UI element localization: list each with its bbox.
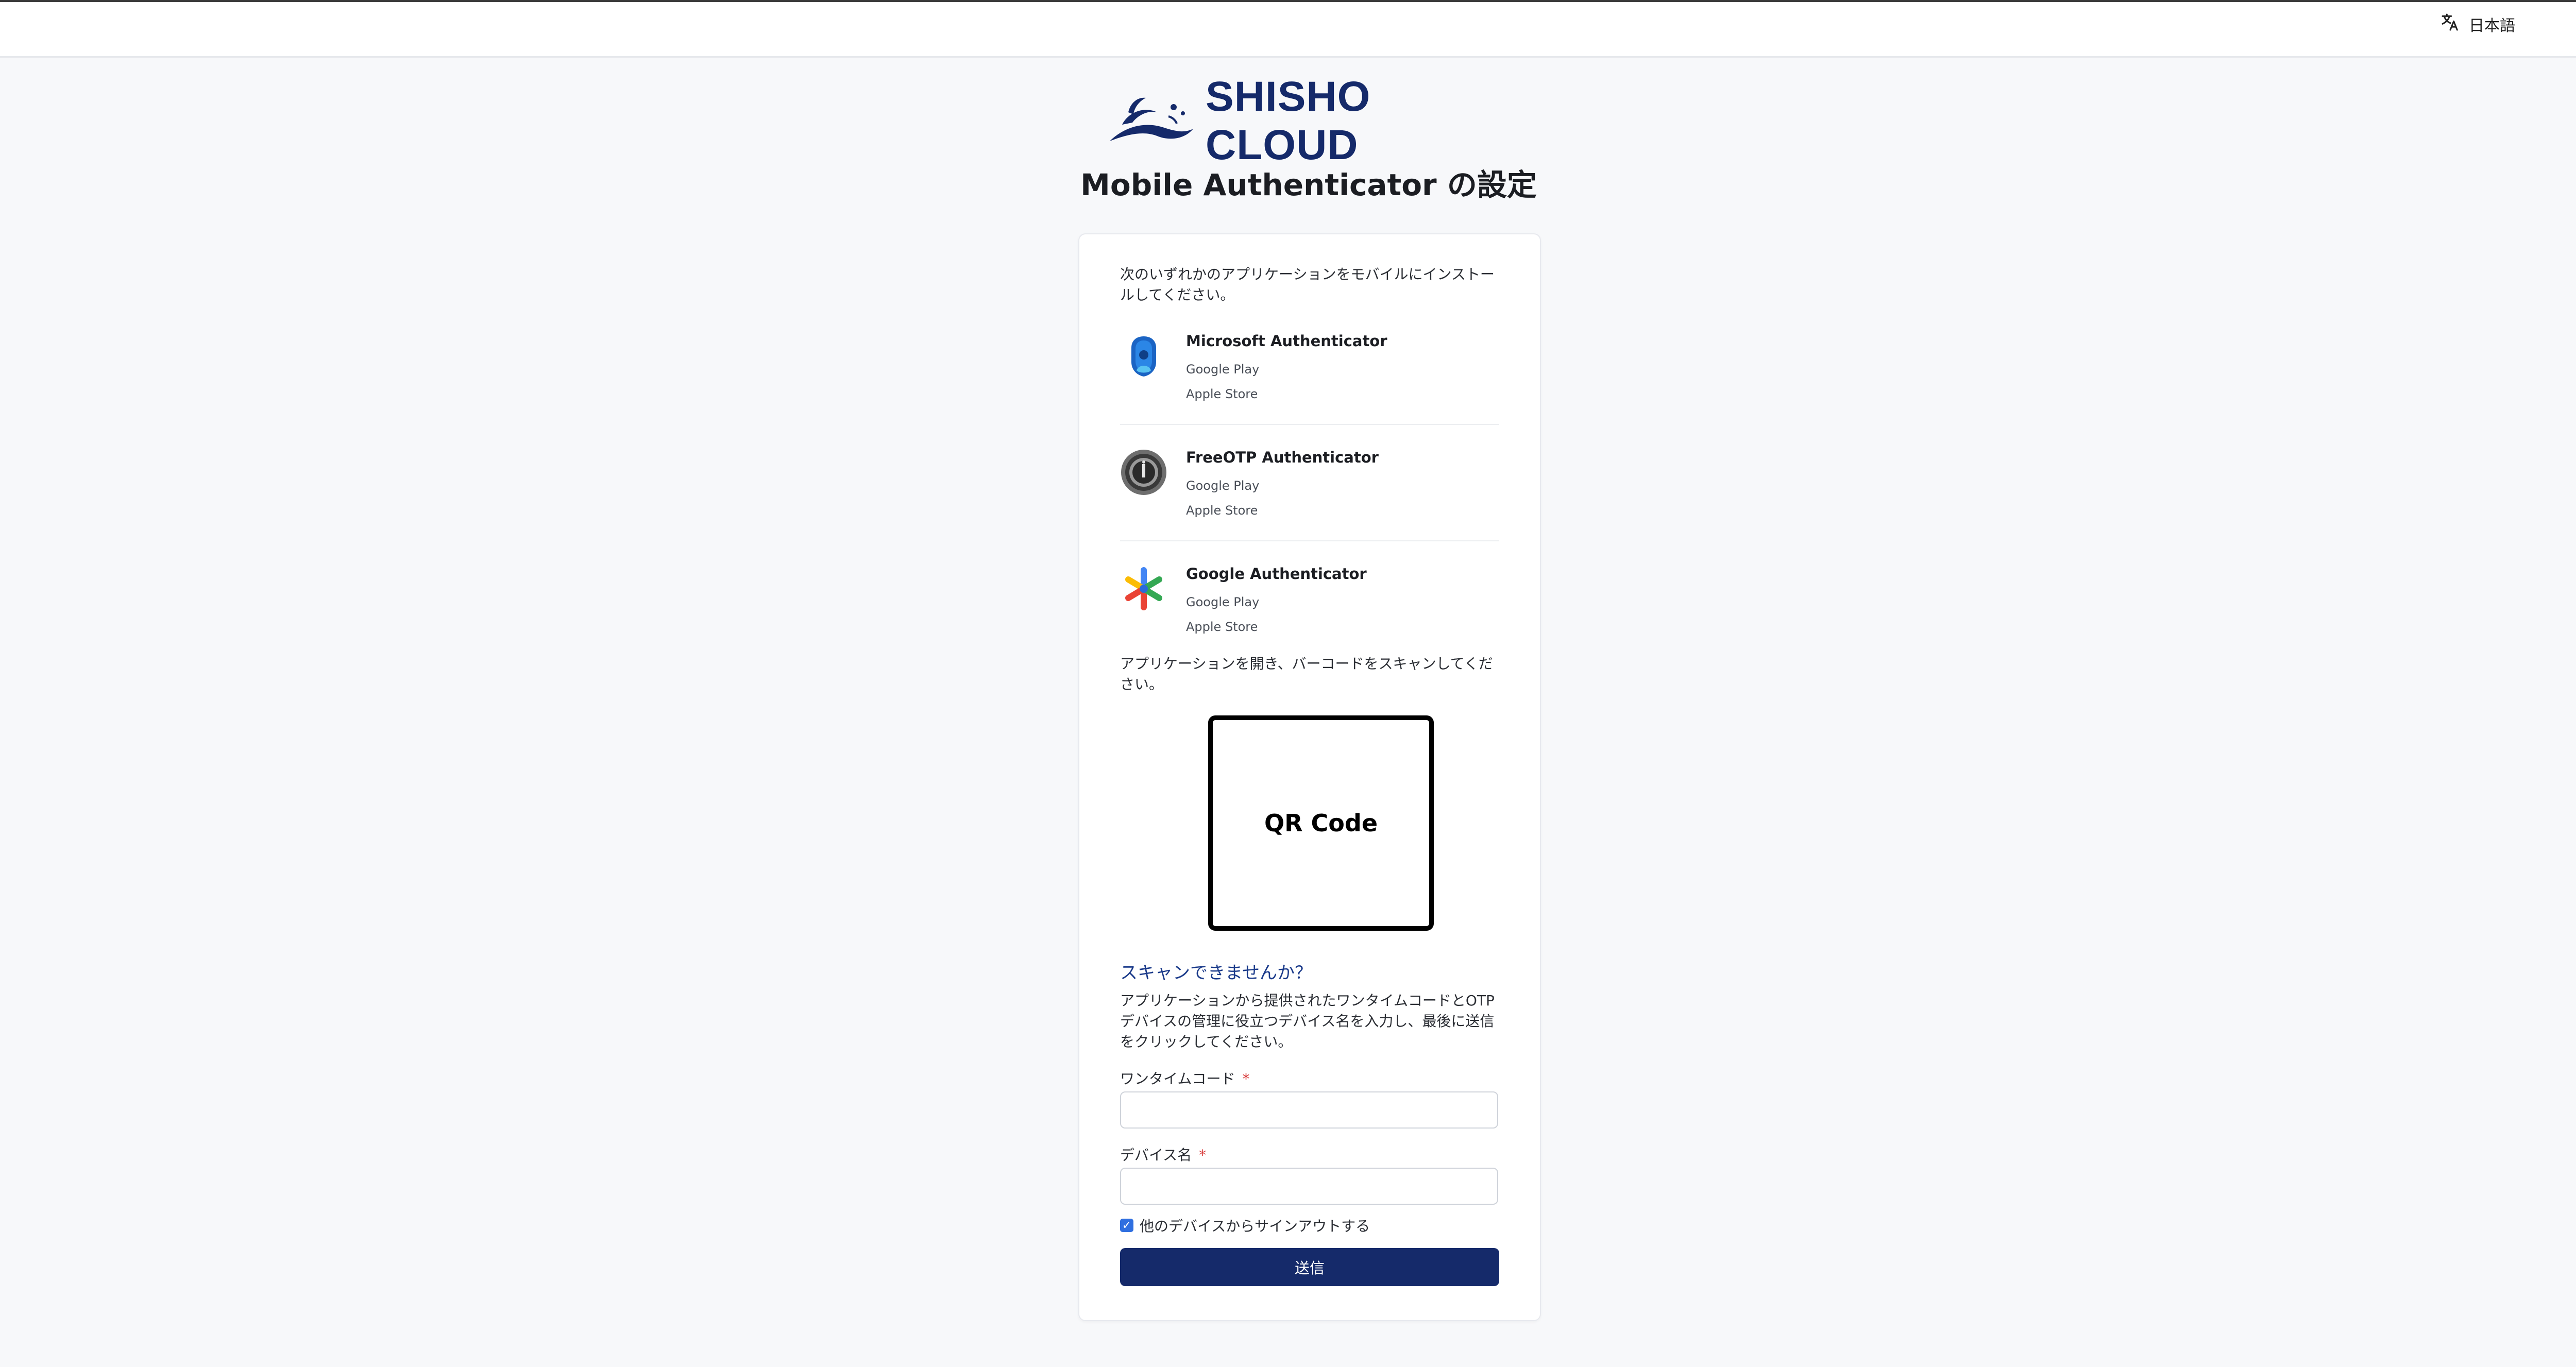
app-name: FreeOTP Authenticator [1186, 449, 1379, 466]
brand-name: SHISHO CLOUD [1206, 73, 1371, 168]
google-play-link[interactable]: Google Play [1186, 479, 1259, 493]
otp-input[interactable] [1120, 1091, 1498, 1129]
otp-label: ワンタイムコード * [1120, 1068, 1249, 1088]
google-play-link[interactable]: Google Play [1186, 362, 1259, 377]
google-play-link[interactable]: Google Play [1186, 595, 1259, 609]
apple-store-link[interactable]: Apple Store [1186, 503, 1258, 518]
device-name-input[interactable] [1120, 1168, 1498, 1205]
app-item-freeotp: FreeOTP Authenticator Google Play Apple … [1120, 449, 1499, 552]
required-mark: * [1242, 1070, 1250, 1087]
cant-scan-link[interactable]: スキャンできませんか？ [1120, 959, 1312, 984]
page-title: Mobile Authenticator の設定 [1080, 167, 1537, 202]
submit-button[interactable]: 送信 [1120, 1248, 1499, 1286]
language-selector[interactable]: 日本語 [2440, 11, 2576, 37]
scan-instructions: アプリケーションを開き、バーコードをスキャンしてください。 [1120, 655, 1493, 693]
top-bar: 日本語 [0, 0, 2576, 58]
signout-checkbox[interactable]: ✓ [1120, 1219, 1133, 1232]
qr-code: QR Code [1208, 715, 1434, 931]
shisho-logo-icon [1108, 92, 1195, 150]
device-name-label-text: デバイス名 [1120, 1147, 1192, 1164]
device-name-label: デバイス名 * [1120, 1144, 1206, 1165]
apple-store-link[interactable]: Apple Store [1186, 620, 1258, 634]
apple-store-link[interactable]: Apple Store [1186, 387, 1258, 401]
signout-other-devices: ✓ 他のデバイスからサインアウトする [1120, 1215, 1370, 1236]
otp-instructions: アプリケーションから提供されたワンタイムコードとOTPデバイスの管理に役立つデバ… [1120, 992, 1495, 1050]
app-name: Google Authenticator [1186, 565, 1367, 583]
app-item-google: Google Authenticator Google Play Apple S… [1120, 565, 1499, 668]
translate-icon [2440, 12, 2461, 37]
divider [1120, 424, 1499, 425]
signout-label: 他のデバイスからサインアウトする [1140, 1218, 1370, 1235]
otp-label-text: ワンタイムコード [1120, 1070, 1235, 1087]
brand-logo: SHISHO CLOUD [1108, 73, 1510, 168]
microsoft-authenticator-icon [1120, 332, 1167, 380]
install-instructions: 次のいずれかのアプリケーションをモバイルにインストールしてください。 [1120, 266, 1495, 303]
divider [1120, 540, 1499, 541]
required-mark: * [1199, 1147, 1207, 1164]
freeotp-icon [1120, 449, 1167, 496]
qr-code-label: QR Code [1264, 809, 1378, 837]
setup-card: 次のいずれかのアプリケーションをモバイルにインストールしてください。 Micro… [1078, 233, 1541, 1321]
app-item-microsoft: Microsoft Authenticator Google Play Appl… [1120, 332, 1499, 435]
app-name: Microsoft Authenticator [1186, 332, 1387, 350]
language-label: 日本語 [2469, 17, 2515, 35]
google-authenticator-icon [1120, 565, 1167, 612]
